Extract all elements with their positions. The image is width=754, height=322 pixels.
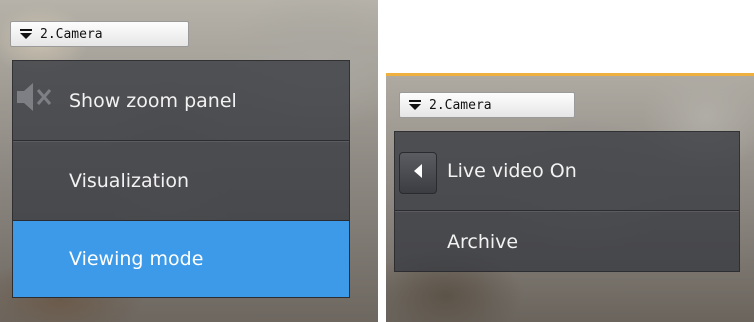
camera-context-menu: Show zoom panel Visualization Viewing mo… xyxy=(12,60,350,298)
dropdown-arrow-icon xyxy=(20,28,32,40)
menu-item-label: Archive xyxy=(447,231,519,253)
camera-button-label: 2.Camera xyxy=(40,26,103,42)
menu-item-label: Live video On xyxy=(447,160,577,182)
menu-item-live-video[interactable]: Live video On xyxy=(395,132,739,212)
camera-select-button[interactable]: 2.Camera xyxy=(399,92,575,118)
left-camera-view: 2.Camera Show zoom panel Visualization V… xyxy=(0,0,378,322)
menu-item-label: Viewing mode xyxy=(69,248,204,270)
viewing-mode-submenu: Live video On Archive xyxy=(394,131,740,272)
dropdown-arrow-icon xyxy=(409,99,421,111)
chevron-left-icon xyxy=(412,163,424,183)
menu-item-show-zoom-panel[interactable]: Show zoom panel xyxy=(13,61,349,142)
menu-item-label: Visualization xyxy=(69,169,190,192)
right-camera-view: 2.Camera Live video On Archive xyxy=(386,73,754,322)
camera-button-label: 2.Camera xyxy=(429,97,492,113)
menu-item-viewing-mode[interactable]: Viewing mode xyxy=(13,221,349,297)
menu-item-archive[interactable]: Archive xyxy=(395,212,739,272)
camera-select-button[interactable]: 2.Camera xyxy=(10,21,189,47)
menu-item-label: Show zoom panel xyxy=(69,89,237,112)
menu-item-visualization[interactable]: Visualization xyxy=(13,141,349,222)
back-button[interactable] xyxy=(399,152,437,194)
